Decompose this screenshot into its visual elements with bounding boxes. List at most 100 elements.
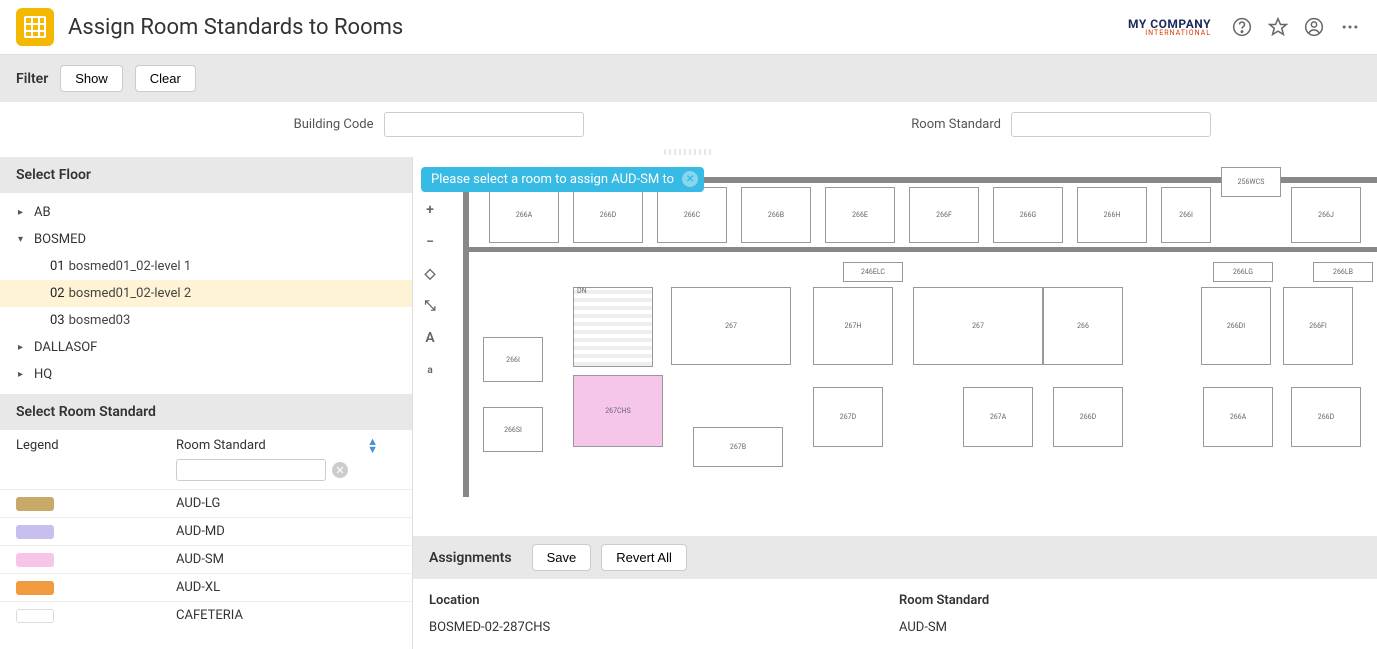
room[interactable]: 266F xyxy=(909,187,979,243)
revert-all-button[interactable]: Revert All xyxy=(601,544,687,571)
room-standard-filter-label: Room Standard xyxy=(911,117,1001,132)
tree-building-ab[interactable]: ▸AB xyxy=(0,199,412,226)
tree-building-label: BOSMED xyxy=(34,232,86,247)
favorite-icon[interactable] xyxy=(1267,16,1289,38)
floor-plan-area[interactable]: Please select a room to assign AUD-SM to… xyxy=(413,157,1377,536)
clear-search-icon[interactable]: ✕ xyxy=(332,462,348,478)
text-small-icon[interactable]: a xyxy=(419,359,441,381)
room-label: 266J xyxy=(1292,211,1360,219)
room[interactable]: 266D xyxy=(573,187,643,243)
room[interactable]: 266C xyxy=(657,187,727,243)
legend-row-aud-sm[interactable]: AUD-SM xyxy=(0,545,412,573)
room-label: 267D xyxy=(814,413,882,421)
assignments-title: Assignments xyxy=(429,550,512,566)
floor-code: 02 xyxy=(50,286,65,301)
tree-floor-01[interactable]: 01 bosmed01_02-level 1 xyxy=(0,253,412,280)
room-label: 266LG xyxy=(1214,268,1272,276)
room[interactable]: 267 xyxy=(671,287,791,365)
legend-row-aud-md[interactable]: AUD-MD xyxy=(0,517,412,545)
close-instruction-icon[interactable]: ✕ xyxy=(682,171,698,187)
user-icon[interactable] xyxy=(1303,16,1325,38)
room[interactable]: 266 xyxy=(1043,287,1123,365)
floor-name: bosmed01_02-level 1 xyxy=(69,259,192,274)
room-label: 256WCS xyxy=(1222,178,1280,186)
room[interactable]: 266J xyxy=(1291,187,1361,243)
room-label: 267 xyxy=(914,322,1042,330)
room-label: 266D xyxy=(1054,413,1122,421)
room[interactable]: 266A xyxy=(1203,387,1273,447)
room-label: 266B xyxy=(742,211,810,219)
room-standard-column-header[interactable]: Room Standard ▲▼ xyxy=(176,438,396,453)
legend-row-cafeteria[interactable]: CAFETERIA xyxy=(0,601,412,629)
room-label: 246ELC xyxy=(844,268,902,276)
room[interactable]: 266E xyxy=(825,187,895,243)
room-standard-search-input[interactable] xyxy=(176,459,326,481)
room[interactable]: 266SI xyxy=(483,407,543,452)
tree-building-hq[interactable]: ▸HQ xyxy=(0,361,412,388)
room[interactable]: 266I xyxy=(1161,187,1211,243)
room[interactable]: 266D xyxy=(1053,387,1123,447)
room[interactable]: 266G xyxy=(993,187,1063,243)
room-standard-column-label: Room Standard xyxy=(176,438,266,453)
legend-label: Legend xyxy=(16,438,176,453)
page-title: Assign Room Standards to Rooms xyxy=(68,15,1128,40)
room[interactable]: 266LG xyxy=(1213,262,1273,282)
room[interactable]: 266FI xyxy=(1283,287,1353,365)
help-icon[interactable] xyxy=(1231,16,1253,38)
show-button[interactable]: Show xyxy=(60,65,123,92)
zoom-in-icon[interactable]: + xyxy=(419,199,441,221)
legend-row-aud-xl[interactable]: AUD-XL xyxy=(0,573,412,601)
room[interactable]: 266DI xyxy=(1201,287,1271,365)
sort-icon[interactable]: ▲▼ xyxy=(367,438,378,453)
legend-swatch xyxy=(16,497,54,511)
room-label: 267CHS xyxy=(574,407,662,415)
tree-building-label: HQ xyxy=(34,367,52,382)
room-highlighted[interactable]: 267CHS xyxy=(573,375,663,447)
room-label: 266D xyxy=(1292,413,1360,421)
legend-name: AUD-MD xyxy=(176,524,225,539)
instruction-text: Please select a room to assign AUD-SM to xyxy=(431,172,674,187)
room[interactable]: 267H xyxy=(813,287,893,365)
tree-building-bosmed[interactable]: ▾BOSMED xyxy=(0,226,412,253)
room-label: 266E xyxy=(826,211,894,219)
legend-name: AUD-XL xyxy=(176,580,220,595)
room[interactable]: 266LB xyxy=(1313,262,1373,282)
room[interactable]: 266A xyxy=(489,187,559,243)
tree-floor-03[interactable]: 03 bosmed03 xyxy=(0,307,412,334)
fit-icon[interactable]: ⤡ xyxy=(419,295,441,317)
room[interactable]: 266D xyxy=(1291,387,1361,447)
legend-row-aud-lg[interactable]: AUD-LG xyxy=(0,489,412,517)
room-label: 266A xyxy=(1204,413,1272,421)
clear-button[interactable]: Clear xyxy=(135,65,196,92)
floor-tree: ▸AB ▾BOSMED 01 bosmed01_02-level 1 02 bo… xyxy=(0,193,412,394)
room-label: 266DI xyxy=(1202,322,1270,330)
room-standard-filter-input[interactable] xyxy=(1011,112,1211,137)
room[interactable]: 246ELC xyxy=(843,262,903,282)
room[interactable]: 266B xyxy=(741,187,811,243)
save-button[interactable]: Save xyxy=(532,544,592,571)
room-label: 266 xyxy=(1044,322,1122,330)
room-label: 266FI xyxy=(1284,322,1352,330)
tree-building-dallasof[interactable]: ▸DALLASOF xyxy=(0,334,412,361)
room[interactable]: 266H xyxy=(1077,187,1147,243)
building-code-input[interactable] xyxy=(384,112,584,137)
zoom-out-icon[interactable]: − xyxy=(419,231,441,253)
room-label: 267 xyxy=(672,322,790,330)
room[interactable]: 256WCS xyxy=(1221,167,1281,197)
reset-view-icon[interactable]: ◇ xyxy=(419,263,441,285)
room[interactable]: 267 xyxy=(913,287,1043,365)
room[interactable]: 267B xyxy=(693,427,783,467)
text-large-icon[interactable]: A xyxy=(419,327,441,349)
room[interactable]: 267D xyxy=(813,387,883,447)
assignment-location: BOSMED-02-287CHS xyxy=(429,620,899,635)
legend-name: CAFETERIA xyxy=(176,608,243,623)
tree-floor-02[interactable]: 02 bosmed01_02-level 2 xyxy=(0,280,412,307)
legend-name: AUD-SM xyxy=(176,552,224,567)
room[interactable]: 266I xyxy=(483,337,543,382)
drag-handle[interactable] xyxy=(664,149,714,155)
more-icon[interactable] xyxy=(1339,16,1361,38)
assignment-standard: AUD-SM xyxy=(899,620,947,635)
room[interactable]: 267A xyxy=(963,387,1033,447)
room-label: 267H xyxy=(814,322,892,330)
app-icon xyxy=(16,8,54,46)
